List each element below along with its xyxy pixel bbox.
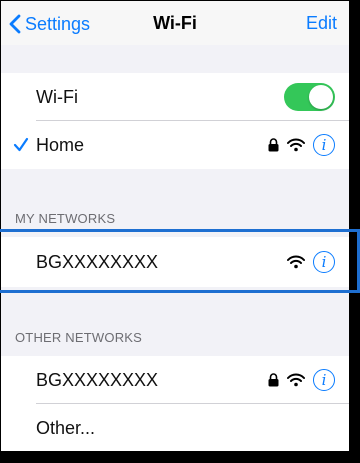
info-button[interactable]: i [313, 134, 335, 156]
my-networks-header: MY NETWORKS [15, 211, 116, 226]
network-icons: i [287, 237, 335, 287]
other-network-join-row[interactable]: Other... [1, 404, 349, 451]
toggle-knob [309, 85, 333, 109]
checkmark-icon [13, 137, 29, 152]
info-button[interactable]: i [313, 251, 335, 273]
other-network-row[interactable]: BGXXXXXXXX i [1, 356, 349, 404]
lock-icon [268, 373, 279, 387]
current-network-name: Home [36, 134, 85, 155]
info-button[interactable]: i [313, 369, 335, 391]
my-network-name: BGXXXXXXXX [36, 251, 159, 272]
back-label: Settings [25, 13, 91, 34]
wifi-icon [287, 138, 305, 152]
wifi-settings-screen: Settings Wi-Fi Edit Wi-Fi Home i MY NETW… [1, 1, 349, 451]
back-button[interactable]: Settings [9, 11, 90, 37]
network-icons: i [268, 121, 335, 169]
navigation-bar: Settings Wi-Fi Edit [1, 1, 349, 45]
edit-button[interactable]: Edit [306, 13, 337, 34]
chevron-left-icon [9, 14, 21, 34]
wifi-toggle[interactable] [284, 83, 335, 111]
wifi-label: Wi-Fi [36, 86, 78, 107]
current-network-row[interactable]: Home i [1, 121, 349, 169]
my-network-row[interactable]: BGXXXXXXXX i [1, 237, 349, 287]
wifi-toggle-row: Wi-Fi [1, 73, 349, 121]
lock-icon [268, 138, 279, 152]
other-label: Other... [36, 417, 96, 438]
other-network-name: BGXXXXXXXX [36, 369, 159, 390]
network-icons: i [268, 356, 335, 404]
wifi-icon [287, 373, 305, 387]
wifi-icon [287, 255, 305, 269]
other-networks-header: OTHER NETWORKS [15, 330, 143, 345]
